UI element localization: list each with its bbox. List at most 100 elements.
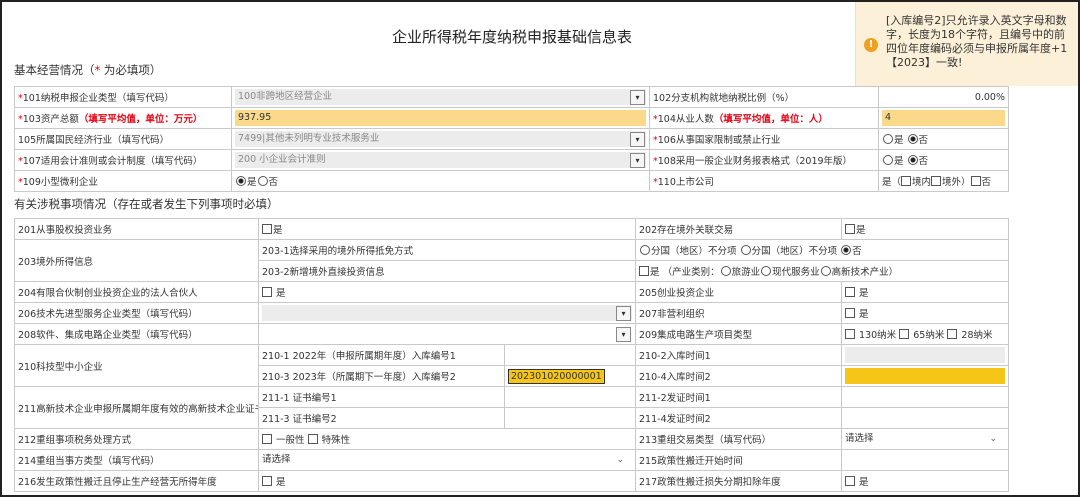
checkbox-special[interactable] — [307, 434, 318, 444]
row-210-1: 210科技型中小企业 210-1 2022年（申报所属期年度）入库编号1 210… — [14, 344, 1010, 387]
label-210-4: 210-4入库时间2 — [635, 365, 843, 387]
checkbox-204[interactable]: 是 — [257, 281, 637, 303]
checkbox-209[interactable]: 130纳米 65纳米 28纳米 — [841, 323, 1010, 345]
checkbox-205[interactable]: 是 — [841, 281, 1010, 303]
radio-203-1[interactable]: 分国（地区）不分项 分国（地区）不分项 否 — [635, 239, 1010, 261]
chevron-down-icon[interactable]: ▾ — [616, 327, 632, 342]
radio-yes[interactable] — [883, 134, 893, 144]
value-102: 0.00% — [878, 86, 1009, 108]
chevron-down-icon[interactable]: ⌄ — [989, 431, 997, 447]
checkbox-domestic[interactable] — [901, 176, 912, 186]
input-103[interactable]: 937.95 — [231, 107, 650, 129]
label-205: 205创业投资企业 — [635, 281, 843, 303]
input-210-3[interactable]: 202301020000001 — [503, 365, 637, 387]
toast-message: [入库编号2]只允许录入英文字母和数字，长度为18个字符，且编号中的前四位年度编… — [886, 14, 1068, 69]
basic-info-table: *101纳税申报企业类型（填写代码） 100非跨地区经营企业 ▾ 102分支机构就… — [14, 86, 1009, 192]
label-211-2: 211-2发证时间1 — [635, 386, 843, 408]
radio-yes[interactable] — [236, 176, 246, 186]
checkbox-65nm[interactable] — [899, 329, 910, 339]
input-210-2[interactable] — [841, 344, 1010, 366]
checkbox-box[interactable] — [845, 224, 856, 234]
label-109: *109小型微利企业 — [14, 170, 232, 192]
input-104[interactable]: 4 — [878, 107, 1009, 129]
checkbox-box[interactable] — [262, 476, 272, 486]
checkbox-212[interactable]: 一般性 特殊性 — [257, 428, 637, 450]
label-203-1: 203-1选择采用的境外所得抵免方式 — [257, 239, 637, 261]
row-109: *109小型微利企业 是否 *110上市公司 是（ 境内 境外）否 — [14, 170, 1009, 192]
select-101[interactable]: 100非跨地区经营企业 ▾ — [231, 86, 650, 108]
checkbox-box[interactable] — [262, 287, 272, 297]
checkbox-201[interactable]: 是 — [257, 218, 637, 240]
label-210-2: 210-2入库时间1 — [635, 344, 843, 366]
label-211-1: 211-1 证书编号1 — [258, 386, 505, 408]
tax-items-table: 201从事股权投资业务 是 202存在境外关联交易 是 203境外所得信息 20… — [14, 218, 1010, 492]
section-tax-title: 有关涉税事项情况（存在或者发生下列事项时必填） — [14, 197, 279, 211]
select-206[interactable]: ▾ — [257, 302, 637, 324]
label-214: 214重组当事方类型（填写代码） — [14, 449, 259, 471]
select-214[interactable]: 请选择 ⌄ — [257, 449, 637, 471]
validation-toast: ! [入库编号2]只允许录入英文字母和数字，长度为18个字符，且编号中的前四位年… — [855, 2, 1078, 86]
row-103: *103资产总额（填写平均值，单位：万元） 937.95 *104从业人数（填写… — [14, 107, 1009, 129]
chevron-down-icon[interactable]: ▾ — [630, 132, 645, 147]
label-203: 203境外所得信息 — [14, 239, 259, 282]
input-215[interactable] — [841, 449, 1010, 471]
select-213[interactable]: 请选择 ⌄ — [841, 428, 1010, 450]
radio-no[interactable] — [257, 176, 268, 186]
label-217: 217政策性搬迁损失分期扣除年度 — [635, 470, 843, 492]
label-216: 216发生政策性搬迁且停止生产经营无所得年度 — [14, 470, 259, 492]
row-214: 214重组当事方类型（填写代码） 请选择 ⌄ 215政策性搬迁开始时间 — [14, 449, 1010, 471]
checkbox-box[interactable] — [845, 476, 856, 486]
checkbox-foreign[interactable] — [931, 176, 942, 186]
radio-yes[interactable] — [883, 155, 893, 165]
radio-106[interactable]: 是 否 — [878, 128, 1009, 150]
checkbox-box[interactable] — [845, 287, 856, 297]
input-211-3[interactable] — [503, 407, 637, 429]
label-215: 215政策性搬迁开始时间 — [635, 449, 843, 471]
label-208: 208软件、集成电路企业类型（填写代码） — [14, 323, 259, 345]
checkbox-217[interactable]: 是 — [841, 470, 1010, 492]
checkbox-130nm[interactable] — [845, 329, 856, 339]
checkbox-203-2[interactable]: 是 （产业类别： 旅游业 现代服务业 高新技术产业） — [635, 260, 1010, 282]
label-211: 211高新技术企业申报所属期年度有效的高新技术企业证书 — [14, 386, 259, 429]
checkbox-207[interactable]: 是 — [841, 302, 1010, 324]
chevron-down-icon[interactable]: ▾ — [616, 306, 632, 321]
label-204: 204有限合伙制创业投资企业的法人合伙人 — [14, 281, 259, 303]
radio-hightech[interactable] — [820, 266, 831, 276]
label-210-3: 210-3 2023年（所属期下一年度）入库编号2 — [258, 365, 505, 387]
input-210-1[interactable] — [503, 344, 637, 366]
radio-no[interactable] — [907, 134, 918, 144]
checkbox-box[interactable] — [262, 224, 272, 234]
radio-109[interactable]: 是否 — [231, 170, 650, 192]
checkbox-202[interactable]: 是 — [841, 218, 1010, 240]
checkbox-box[interactable] — [639, 266, 650, 276]
select-105[interactable]: 7499|其他未列明专业技术服务业 ▾ — [231, 128, 650, 150]
select-107[interactable]: 200 小企业会计准则 ▾ — [231, 149, 650, 171]
radio-modern-service[interactable] — [761, 266, 772, 276]
label-210-1: 210-1 2022年（申报所属期年度）入库编号1 — [258, 344, 505, 366]
chevron-down-icon[interactable]: ⌄ — [616, 452, 624, 468]
chevron-down-icon[interactable]: ▾ — [630, 153, 645, 168]
radio-no[interactable] — [907, 155, 918, 165]
checkbox-box[interactable] — [845, 308, 856, 318]
checkbox-no[interactable] — [970, 176, 981, 186]
input-210-4[interactable] — [841, 365, 1010, 387]
radio-108[interactable]: 是 否 — [878, 149, 1009, 171]
radio-opt1[interactable] — [640, 245, 651, 255]
radio-opt3[interactable] — [841, 245, 852, 255]
select-208[interactable]: ▾ — [257, 323, 637, 345]
label-102: 102分支机构就地纳税比例（%） — [649, 86, 879, 108]
checkbox-general[interactable] — [262, 434, 272, 444]
row-107: *107适用会计准则或会计制度（填写代码） 200 小企业会计准则 ▾ *108采… — [14, 149, 1009, 171]
chevron-down-icon[interactable]: ▾ — [630, 90, 645, 105]
checkbox-28nm[interactable] — [947, 329, 958, 339]
radio-tourism[interactable] — [720, 266, 731, 276]
row-206: 206技术先进型服务企业类型（填写代码） ▾ 207非营利组织 是 — [14, 302, 1010, 324]
input-211-4[interactable] — [841, 407, 1010, 429]
warning-icon: ! — [864, 38, 878, 52]
radio-opt2[interactable] — [740, 245, 751, 255]
checkbox-110[interactable]: 是（ 境内 境外）否 — [878, 170, 1009, 192]
row-211-1: 211高新技术企业申报所属期年度有效的高新技术企业证书 211-1 证书编号1 … — [14, 386, 1010, 429]
input-211-1[interactable] — [503, 386, 637, 408]
checkbox-216[interactable]: 是 — [257, 470, 637, 492]
input-211-2[interactable] — [841, 386, 1010, 408]
